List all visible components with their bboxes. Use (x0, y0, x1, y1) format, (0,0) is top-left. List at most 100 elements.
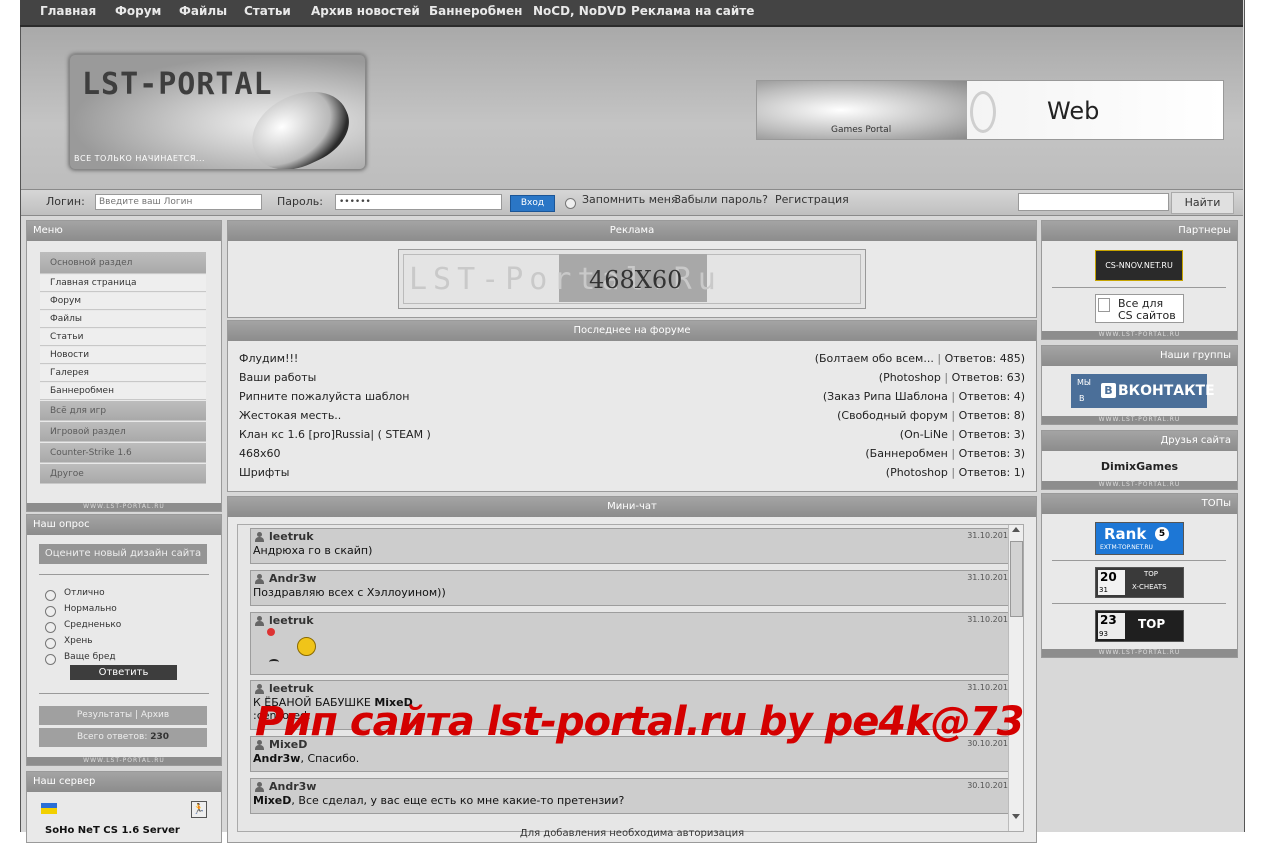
search-input[interactable] (1018, 193, 1169, 211)
user-icon (254, 532, 265, 542)
menu-item[interactable]: Counter-Strike 1.6 (40, 443, 206, 463)
nav-advertising[interactable]: Реклама на сайте (631, 4, 754, 18)
chat-mention[interactable]: MixeD (253, 794, 291, 807)
forum-section-link[interactable]: Photoshop (890, 466, 948, 479)
poll-option-label: Хрень (64, 636, 93, 646)
partner-link-cs[interactable]: Все для CS сайтов (1095, 294, 1184, 323)
forum-topic-link[interactable]: Клан кс 1.6 [pro]Russia| ( STEAM ) (239, 425, 431, 444)
poll-option-label: Нормально (64, 604, 117, 614)
poll-option-radio[interactable] (45, 654, 56, 665)
forum-section-link[interactable]: Photoshop (883, 371, 941, 384)
chat-username[interactable]: leetruk (269, 682, 314, 695)
top-counter-2[interactable]: 23 93 TOP (1095, 610, 1184, 642)
nav-home[interactable]: Главная (40, 4, 96, 18)
forum-topic-link[interactable]: Жестокая месть.. (239, 406, 341, 425)
nav-forum[interactable]: Форум (115, 4, 161, 18)
vkontakte-banner[interactable]: МЫ В B ВКОНТАКТЕ (1071, 374, 1215, 408)
poll-results-link[interactable]: Результаты (77, 710, 132, 720)
forum-topic-meta: (Photoshop | Ответов: 63) (878, 371, 1025, 384)
broken-image-icon (1098, 298, 1110, 312)
poll-option-radio[interactable] (45, 606, 56, 617)
forum-topic-link[interactable]: 468x60 (239, 444, 281, 463)
menu-item[interactable]: Файлы (40, 311, 206, 328)
forum-topic-link[interactable]: Флудим!!! (239, 349, 298, 368)
xcheats-top-label: TOP (1144, 570, 1159, 578)
counter-strike-icon: 🏃 (191, 801, 207, 818)
password-input[interactable] (335, 194, 502, 210)
scroll-up-icon[interactable] (1012, 527, 1020, 532)
site-header: LST-PORTAL ВСЕ ТОЛЬКО НАЧИНАЕТСЯ... Game… (21, 27, 1243, 189)
top-counter-xcheats[interactable]: 20 31 TOP X-CHEATS (1095, 567, 1184, 598)
poll-option-radio[interactable] (45, 590, 56, 601)
server-name[interactable]: SoHo NeT CS 1.6 Server (45, 825, 180, 836)
register-link[interactable]: Регистрация (775, 193, 849, 206)
menu-item[interactable]: Статьи (40, 329, 206, 346)
chat-mention[interactable]: Andr3w (253, 752, 300, 765)
friend-link-dimixgames[interactable]: DimixGames (1042, 460, 1237, 473)
logo-slogan: ВСЕ ТОЛЬКО НАЧИНАЕТСЯ... (74, 154, 206, 163)
login-input[interactable] (95, 194, 262, 210)
forum-row: Ваши работы (Photoshop | Ответов: 63) (239, 368, 1025, 387)
ad-size-label: 468X60 (589, 266, 683, 294)
scroll-down-icon[interactable] (1012, 814, 1020, 819)
banner-ring-shape (970, 91, 996, 133)
chat-username[interactable]: Andr3w (269, 780, 316, 793)
forum-topic-link[interactable]: Шрифты (239, 463, 289, 482)
poll-title: Наш опрос (27, 515, 221, 535)
forum-section-link[interactable]: On-LiNe (904, 428, 948, 441)
nav-banner-exchange[interactable]: Баннеробмен (429, 4, 522, 18)
poll-option-radio[interactable] (45, 622, 56, 633)
ad-banner[interactable]: LST-Portal.Ru 468X60 (398, 249, 866, 309)
partners-panel: Партнеры CS-NNOV.NET.RU Все для CS сайто… (1041, 220, 1238, 340)
nav-files[interactable]: Файлы (179, 4, 227, 18)
site-logo[interactable]: LST-PORTAL ВСЕ ТОЛЬКО НАЧИНАЕТСЯ... (69, 54, 366, 170)
poll-option-radio[interactable] (45, 638, 56, 649)
forum-row: Шрифты (Photoshop | Ответов: 1) (239, 463, 1025, 482)
forum-row: Рипните пожалуйста шаблон (Заказ Рипа Шаб… (239, 387, 1025, 406)
poll-links: Результаты | Архив (39, 706, 207, 725)
top2-label: TOP (1138, 617, 1166, 631)
menu-item[interactable]: Галерея (40, 365, 206, 382)
remember-radio[interactable] (565, 198, 576, 209)
forum-section-link[interactable]: Заказ Рипа Шаблона (827, 390, 948, 403)
nav-nocd[interactable]: NoCD, NoDVD (533, 4, 626, 18)
menu-item[interactable]: Всё для игр (40, 401, 206, 421)
remember-label: Запомнить меня (582, 193, 678, 206)
chat-username[interactable]: leetruk (269, 614, 314, 627)
menu-title: Меню (27, 221, 221, 241)
partner-banner-csnnov[interactable]: CS-NNOV.NET.RU (1095, 250, 1183, 281)
menu-item[interactable]: Форум (40, 293, 206, 310)
apple-emoticon-icon (267, 628, 275, 636)
forum-section-link[interactable]: Баннеробмен (870, 447, 948, 460)
forum-section-link[interactable]: Болтаем обо всем... (819, 352, 934, 365)
chat-username[interactable]: Andr3w (269, 572, 316, 585)
login-button[interactable]: Вход (510, 195, 555, 212)
forum-topic-meta: (Заказ Рипа Шаблона | Ответов: 4) (822, 390, 1025, 403)
menu-item[interactable]: Игровой раздел (40, 422, 206, 442)
chat-username[interactable]: leetruk (269, 530, 314, 543)
nav-articles[interactable]: Статьи (244, 4, 291, 18)
menu-item[interactable]: Главная страница (40, 275, 206, 292)
forum-topic-meta: (Свободный форум | Ответов: 8) (837, 409, 1025, 422)
nav-news-archive[interactable]: Архив новостей (311, 4, 420, 18)
menu-item[interactable]: Баннеробмен (40, 383, 206, 400)
rank-banner[interactable]: Rank 5 EXTM-TOP.NET.RU (1095, 522, 1184, 555)
header-banner[interactable]: Games Portal Web (756, 80, 1224, 140)
forum-section-link[interactable]: Свободный форум (841, 409, 947, 422)
chat-auth-note: Для добавления необходима авторизация (519, 828, 745, 839)
forum-topic-link[interactable]: Ваши работы (239, 368, 316, 387)
forum-topic-link[interactable]: Рипните пожалуйста шаблон (239, 387, 409, 406)
forum-topic-meta: (Photoshop | Ответов: 1) (885, 466, 1025, 479)
menu-item[interactable]: Основной раздел (40, 252, 206, 274)
poll-footer-stamp: WWW.LST-PORTAL.RU (27, 757, 221, 765)
poll-archive-link[interactable]: Архив (141, 710, 169, 720)
top2-count-small: 93 (1099, 630, 1108, 638)
chat-scrollbar[interactable] (1008, 525, 1023, 831)
menu-item[interactable]: Новости (40, 347, 206, 364)
chat-date: 31.10.2010 (967, 531, 1013, 540)
forgot-password-link[interactable]: Забыли пароль? (674, 193, 768, 206)
menu-item[interactable]: Другое (40, 464, 206, 484)
poll-answer-button[interactable]: Ответить (70, 665, 177, 680)
scroll-thumb[interactable] (1010, 541, 1023, 617)
search-button[interactable]: Найти (1171, 192, 1234, 214)
